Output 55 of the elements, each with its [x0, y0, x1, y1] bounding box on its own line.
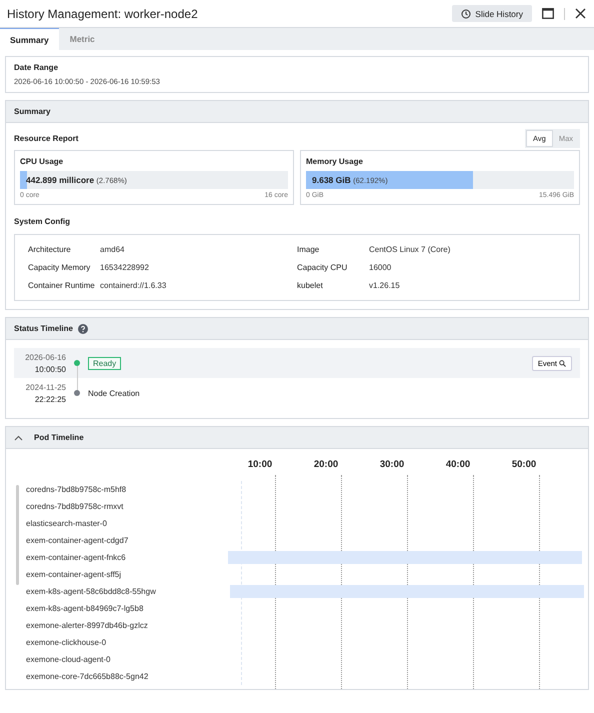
- config-value: containerd://1.6.33: [100, 281, 166, 290]
- subsection-title: Resource Report: [14, 134, 78, 143]
- time-tick-label: 40:00: [446, 459, 470, 470]
- usage-value: 9.638 GiB: [312, 175, 351, 185]
- clock-icon: [461, 8, 472, 18]
- subsection-title: System Config: [14, 217, 72, 226]
- scrollbar[interactable]: [16, 485, 19, 585]
- usage-value: 442.899 millicore: [26, 175, 94, 185]
- config-value: 16000: [369, 263, 392, 272]
- slide-history-button[interactable]: Slide History: [452, 5, 532, 22]
- config-value: CentOS Linux 7 (Core): [369, 245, 450, 254]
- pod-name: exem-container-agent-fnkc6: [26, 553, 126, 562]
- card-title: Date Range: [14, 63, 60, 72]
- config-label: Image: [297, 245, 320, 254]
- config-value: amd64: [100, 245, 124, 254]
- help-icon[interactable]: [78, 324, 88, 334]
- pod-name: exem-k8s-agent-b84969c7-lg5b8: [26, 604, 144, 613]
- config-value: 16534228992: [100, 263, 149, 272]
- time-tick-label: 10:00: [248, 459, 272, 470]
- pod-name: exemone-alerter-8997db46b-gzlcz: [26, 621, 148, 630]
- config-label: Capacity Memory: [28, 263, 92, 272]
- event-time: 22:22:25: [34, 394, 66, 404]
- time-tick-label: 20:00: [314, 459, 338, 470]
- pod-name: exemone-clickhouse-0: [26, 638, 106, 647]
- config-label: Architecture: [28, 245, 72, 254]
- pod-name: exem-k8s-agent-58c6bdd8c8-55hgw: [26, 587, 156, 596]
- status-badge: Ready: [88, 356, 122, 370]
- collapse-caret-icon[interactable]: [14, 434, 23, 440]
- config-label: Capacity CPU: [297, 263, 348, 272]
- config-value: v1.26.15: [369, 281, 400, 290]
- event-time: 10:00:50: [34, 364, 66, 374]
- pod-name: exem-container-agent-sff5j: [26, 570, 122, 579]
- tab[interactable]: Summary: [0, 28, 59, 50]
- event-date: 2024-11-25: [26, 382, 66, 392]
- event-date: 2026-06-16: [25, 352, 66, 362]
- section-title: Summary: [14, 107, 50, 116]
- config-label: Container Runtime: [28, 281, 96, 290]
- time-tick-label: 50:00: [512, 459, 536, 470]
- section-title: Status Timeline: [14, 324, 73, 333]
- pod-name: exem-container-agent-cdgd7: [26, 536, 128, 545]
- window-title: History Management: worker-node2: [7, 6, 198, 20]
- pod-name: coredns-7bd8b9758c-m5hf8: [26, 485, 126, 494]
- search-icon: [559, 360, 566, 366]
- maximize-icon[interactable]: [542, 8, 554, 19]
- pod-name: exemone-core-7dc665b88c-5gn42: [26, 672, 148, 681]
- usage-title: Memory Usage: [306, 157, 364, 166]
- pod-name: elasticsearch-master-0: [26, 519, 107, 528]
- usage-title: CPU Usage: [20, 157, 64, 166]
- config-label: kubelet: [297, 281, 324, 290]
- section-title: Pod Timeline: [34, 433, 84, 442]
- close-icon[interactable]: [575, 8, 586, 19]
- pod-name: coredns-7bd8b9758c-rmxvt: [26, 502, 124, 511]
- event-label: Node Creation: [88, 388, 140, 398]
- time-tick-label: 30:00: [380, 459, 404, 470]
- pod-name: exemone-cloud-agent-0: [26, 655, 110, 664]
